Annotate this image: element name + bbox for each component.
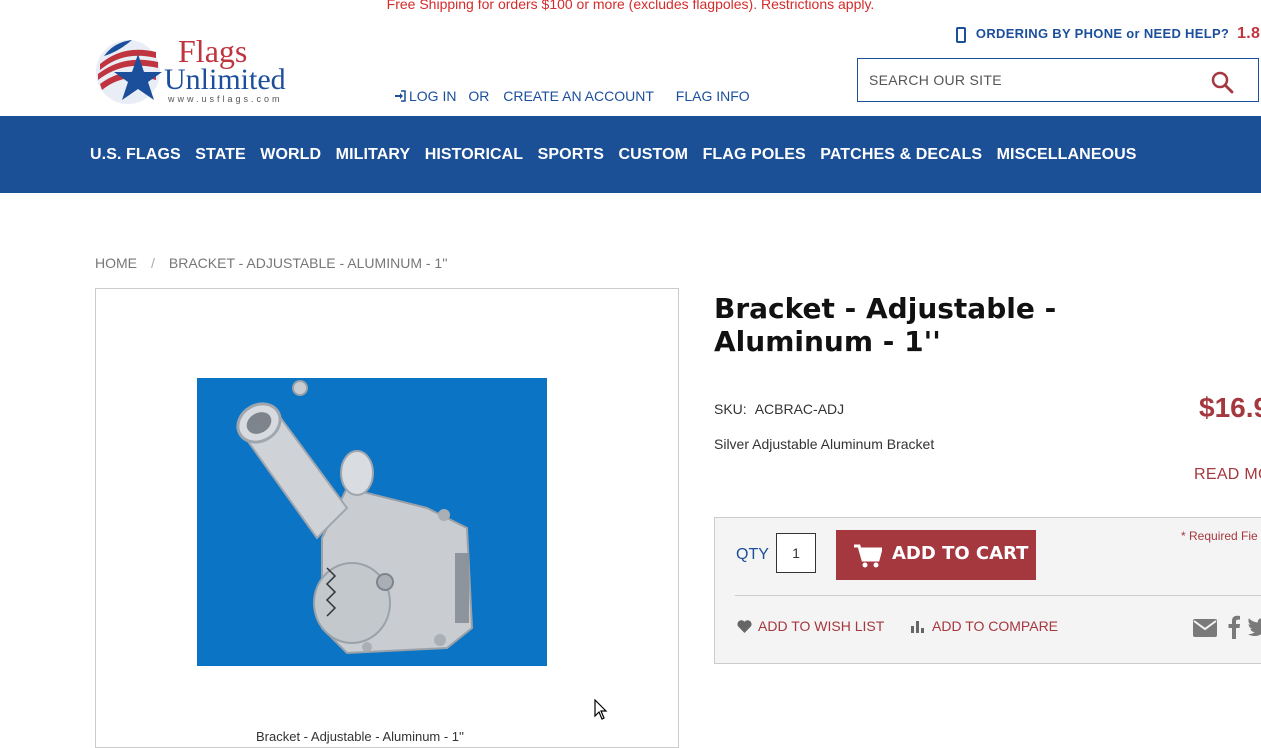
add-to-wish-list-link[interactable]: ADD TO WISH LIST (737, 618, 884, 634)
logo-text-unlimited: Unlimited (164, 63, 286, 96)
sku-value: ACBRAC-ADJ (754, 401, 845, 417)
product-image-container: Bracket - Adjustable - Aluminum - 1'' (95, 288, 679, 748)
sku-label: SKU: (714, 401, 747, 417)
product-price: $16.9 (1199, 392, 1261, 423)
nav-item-miscellaneous[interactable]: MISCELLANEOUS (997, 146, 1137, 164)
nav-item-flag-poles[interactable]: FLAG POLES (703, 146, 806, 164)
image-caption: Bracket - Adjustable - Aluminum - 1'' (256, 729, 464, 744)
breadcrumb-separator: / (151, 255, 155, 271)
email-icon[interactable] (1193, 619, 1217, 637)
help-phone-number[interactable]: 1.800 (1237, 25, 1261, 42)
add-to-cart-label: ADD TO CART (892, 543, 1029, 564)
nav-item-state[interactable]: STATE (195, 146, 246, 164)
cart-divider (735, 595, 1261, 596)
product-description: Silver Adjustable Aluminum Bracket (714, 436, 935, 452)
breadcrumb-current: BRACKET - ADJUSTABLE - ALUMINUM - 1'' (168, 255, 448, 271)
facebook-icon[interactable] (1227, 615, 1241, 639)
help-contact[interactable]: ORDERING BY PHONE or NEED HELP? 1.800 (956, 25, 1261, 43)
breadcrumb-home[interactable]: HOME (95, 255, 137, 271)
login-link[interactable]: LOG IN (394, 88, 456, 104)
compare-label: ADD TO COMPARE (932, 618, 1059, 634)
nav-item-custom[interactable]: CUSTOM (618, 146, 688, 164)
account-or-separator: OR (468, 88, 490, 104)
help-label-need-help: NEED HELP? (1143, 26, 1230, 41)
add-to-cart-panel: QTY ADD TO CART * Required Fie ADD TO WI… (714, 517, 1261, 664)
cart-icon (854, 544, 882, 568)
required-fields-note: * Required Fie (1181, 529, 1258, 543)
qty-label: QTY (736, 546, 769, 563)
nav-item-us-flags[interactable]: U.S. FLAGS (90, 146, 181, 164)
account-links: LOG IN OR CREATE AN ACCOUNT FLAG INFO (394, 88, 750, 104)
nav-item-military[interactable]: MILITARY (336, 146, 411, 164)
nav-item-historical[interactable]: HISTORICAL (425, 146, 523, 164)
nav-item-sports[interactable]: SPORTS (538, 146, 604, 164)
twitter-icon[interactable] (1248, 618, 1261, 636)
phone-icon (956, 27, 966, 43)
main-nav: U.S. FLAGS STATE WORLD MILITARY HISTORIC… (0, 116, 1261, 193)
nav-item-world[interactable]: WORLD (260, 146, 321, 164)
promo-banner: Free Shipping for orders $100 or more (e… (386, 0, 875, 12)
add-to-compare-link[interactable]: ADD TO COMPARE (910, 618, 1058, 634)
product-sku: SKU: ACBRAC-ADJ (714, 401, 844, 417)
wish-list-label: ADD TO WISH LIST (758, 618, 885, 634)
search-icon[interactable] (1210, 70, 1234, 94)
help-label-or: or (1126, 26, 1140, 41)
flag-info-link[interactable]: FLAG INFO (676, 88, 750, 104)
product-image[interactable] (197, 378, 547, 666)
nav-item-patches-decals[interactable]: PATCHES & DECALS (820, 146, 982, 164)
site-logo[interactable]: Flags Unlimited www.usflags.com (94, 34, 314, 112)
bar-chart-icon (911, 621, 924, 633)
help-label-phone: ORDERING BY PHONE (975, 26, 1123, 41)
login-label: LOG IN (409, 88, 457, 104)
add-to-cart-button[interactable]: ADD TO CART (836, 530, 1036, 580)
qty-input[interactable] (776, 533, 816, 573)
logo-url-text: www.usflags.com (168, 94, 283, 104)
product-title: Bracket - Adjustable - Aluminum - 1'' (714, 292, 1057, 358)
create-account-link[interactable]: CREATE AN ACCOUNT (503, 88, 654, 104)
breadcrumb: HOME / BRACKET - ADJUSTABLE - ALUMINUM - 1… (95, 255, 448, 271)
login-icon (395, 90, 406, 102)
heart-icon (737, 620, 752, 633)
flag-star-logo-icon (96, 40, 162, 104)
mouse-cursor-icon (594, 699, 608, 720)
read-more-link[interactable]: READ MO (1194, 466, 1261, 484)
search-input[interactable] (867, 71, 1191, 89)
search-box (857, 58, 1259, 102)
